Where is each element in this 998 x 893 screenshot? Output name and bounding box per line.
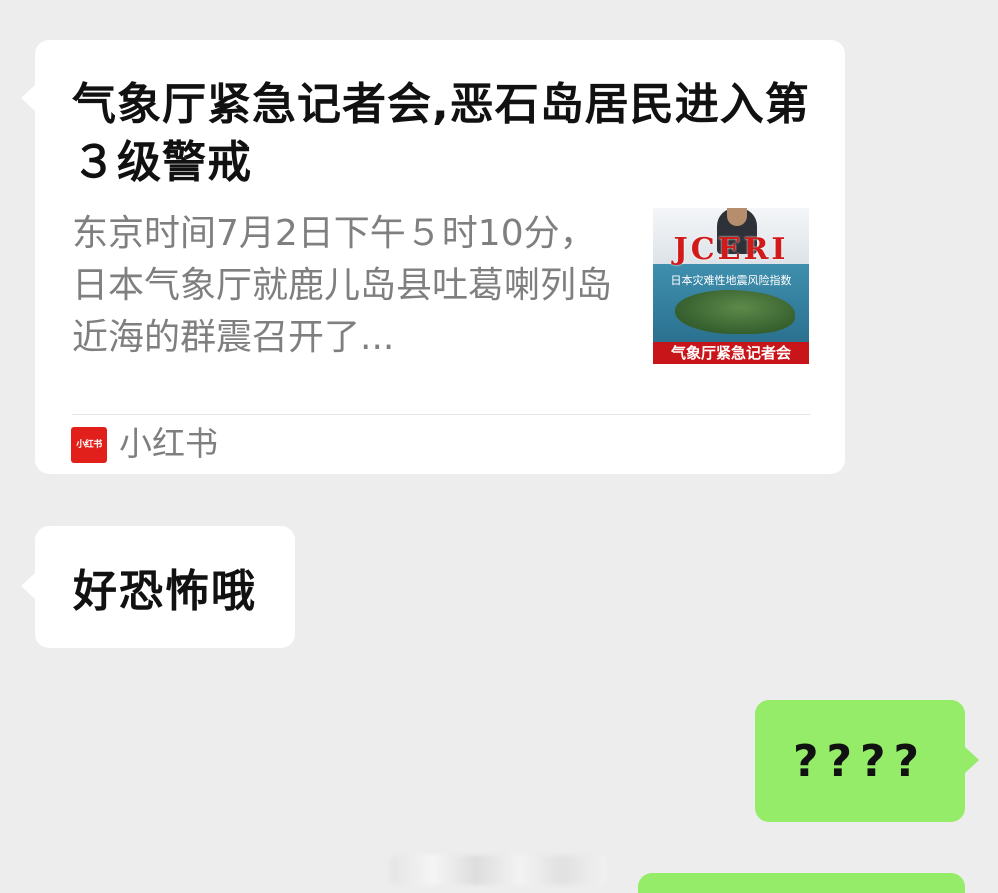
outgoing-message-text: ???? <box>792 735 928 787</box>
xiaohongshu-icon: 小红书 <box>71 427 107 463</box>
thumbnail-banner: 气象厅紧急记者会 <box>653 342 809 364</box>
link-card-source-name: 小红书 <box>119 424 218 463</box>
incoming-text-message[interactable]: 好恐怖哦 <box>21 526 295 648</box>
outgoing-text-message[interactable]: ???? <box>755 700 979 822</box>
chat-view: 气象厅紧急记者会,恶石岛居民进入第３级警戒 东京时间7月2日下午５时10分，日本… <box>0 0 998 893</box>
bubble-tail <box>21 84 36 112</box>
bubble-tail <box>964 746 979 774</box>
link-card-title: 气象厅紧急记者会,恶石岛居民进入第３级警戒 <box>72 79 810 188</box>
bubble-tail <box>21 572 36 600</box>
thumbnail-island <box>675 290 795 334</box>
blurred-image-placeholder <box>390 855 606 885</box>
outgoing-message-partial[interactable] <box>638 873 965 893</box>
thumbnail-logo-text: JCERI <box>673 232 789 267</box>
incoming-message-text: 好恐怖哦 <box>73 566 257 617</box>
thumbnail-subtitle: 日本灾难性地震风险指数 <box>670 274 792 287</box>
link-card-message[interactable]: 气象厅紧急记者会,恶石岛居民进入第３级警戒 东京时间7月2日下午５时10分，日本… <box>21 40 845 474</box>
link-card-divider <box>72 414 810 415</box>
link-card-description: 东京时间7月2日下午５时10分，日本气象厅就鹿儿岛县吐葛喇列岛近海的群震召开了.… <box>72 213 613 358</box>
link-card-thumbnail: JCERI 日本灾难性地震风险指数 气象厅紧急记者会 <box>653 208 809 364</box>
